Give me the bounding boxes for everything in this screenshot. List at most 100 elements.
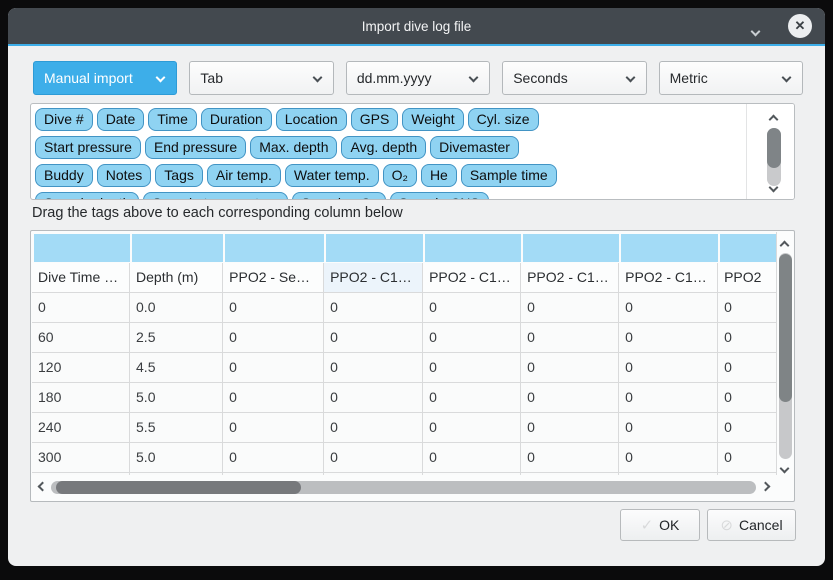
table-header-cell: Depth (m) — [130, 263, 223, 292]
date-format-combobox[interactable]: dd.mm.yyyy — [346, 61, 490, 95]
table-cell: 0 — [718, 323, 777, 352]
table-cell: 4.5 — [130, 353, 223, 382]
draggable-tag[interactable]: Date — [97, 108, 145, 131]
table-cell: 0 — [521, 443, 619, 472]
table-cell: 0 — [521, 323, 619, 352]
table-cell: 0 — [619, 293, 718, 322]
table-header-cell: Dive Time … — [32, 263, 130, 292]
scroll-right-icon[interactable] — [761, 482, 771, 492]
check-icon: ✓ — [641, 516, 654, 534]
draggable-tag[interactable]: O₂ — [383, 164, 417, 187]
units-combobox[interactable]: Metric — [659, 61, 803, 95]
ok-button[interactable]: ✓ OK — [620, 509, 700, 541]
table-cell: 0 — [423, 383, 521, 412]
draggable-tag[interactable]: Avg. depth — [341, 136, 426, 159]
draggable-tag[interactable]: Duration — [201, 108, 272, 131]
tag-scrollbar-track[interactable] — [767, 128, 781, 186]
chevron-down-icon — [469, 73, 479, 83]
table-header-cell: PPO2 - C1… — [423, 263, 521, 292]
drag-instruction-label: Drag the tags above to each correspondin… — [32, 205, 403, 221]
csv-preview-table: Dive Time …Depth (m)PPO2 - Se…PPO2 - C1…… — [30, 230, 795, 502]
draggable-tag[interactable]: Divemaster — [430, 136, 519, 159]
table-row: 602.5000000 — [32, 323, 777, 353]
tag-row: Sample depth Sample temperature Sample pO₂… — [35, 192, 742, 199]
table-cell: 0 — [324, 413, 423, 442]
chevron-down-icon — [625, 73, 635, 83]
field-separator-combobox[interactable]: Tab — [189, 61, 333, 95]
field-separator-value: Tab — [200, 70, 223, 86]
column-drop-target[interactable] — [425, 234, 521, 262]
draggable-tag[interactable]: Buddy — [35, 164, 93, 187]
column-drop-target[interactable] — [326, 234, 423, 262]
duration-format-value: Seconds — [513, 70, 567, 86]
table-cell: 0 — [718, 353, 777, 382]
table-cell: 0 — [718, 413, 777, 442]
shade-button[interactable] — [752, 22, 759, 40]
table-cell: 0 — [324, 353, 423, 382]
table-cell: 0 — [521, 293, 619, 322]
draggable-tag[interactable]: Notes — [97, 164, 152, 187]
table-cell: 0 — [718, 443, 777, 472]
ok-button-label: OK — [659, 517, 679, 533]
draggable-tag[interactable]: Sample temperature — [143, 192, 288, 199]
h-scrollbar-thumb[interactable] — [56, 481, 301, 494]
table-cell: 0 — [619, 353, 718, 382]
table-cell: 0 — [718, 293, 777, 322]
close-button[interactable]: ✕ — [788, 14, 812, 38]
table-cell — [223, 473, 324, 475]
draggable-tag[interactable]: Sample depth — [35, 192, 139, 199]
table-cell: 0 — [521, 413, 619, 442]
table-cell: 240 — [32, 413, 130, 442]
tag-list: Dive #DateTimeDurationLocationGPSWeightC… — [31, 104, 746, 199]
column-drop-target[interactable] — [132, 234, 223, 262]
scroll-left-icon[interactable] — [38, 482, 48, 492]
column-drop-target[interactable] — [720, 234, 777, 262]
table-header-cell: PPO2 — [718, 263, 777, 292]
draggable-tag[interactable]: Location — [276, 108, 347, 131]
table-cell: 0 — [619, 323, 718, 352]
column-drop-target[interactable] — [523, 234, 619, 262]
v-scrollbar-track[interactable] — [779, 253, 792, 459]
draggable-tag[interactable]: He — [421, 164, 457, 187]
table-cell — [423, 473, 521, 475]
scroll-up-icon[interactable] — [769, 115, 779, 125]
draggable-tag[interactable]: Water temp. — [285, 164, 379, 187]
draggable-tag[interactable]: Cyl. size — [468, 108, 539, 131]
tag-scrollbar-thumb[interactable] — [767, 128, 781, 168]
draggable-tag[interactable]: Time — [148, 108, 197, 131]
table-row: 3005.0000000 — [32, 443, 777, 473]
table-vertical-scrollbar[interactable] — [776, 232, 793, 475]
h-scrollbar-track[interactable] — [51, 481, 756, 494]
column-drop-target[interactable] — [34, 234, 130, 262]
v-scrollbar-thumb[interactable] — [779, 254, 792, 402]
table-horizontal-scrollbar[interactable] — [32, 477, 777, 497]
scroll-down-icon[interactable] — [780, 464, 790, 474]
column-drop-target[interactable] — [621, 234, 718, 262]
draggable-tag[interactable]: Start pressure — [35, 136, 141, 159]
table-cell: 5.5 — [130, 413, 223, 442]
draggable-tag[interactable]: End pressure — [145, 136, 246, 159]
tag-scrollbar[interactable] — [746, 104, 794, 199]
draggable-tag[interactable]: GPS — [351, 108, 399, 131]
draggable-tag[interactable]: Tags — [155, 164, 203, 187]
table-row: 1204.5000000 — [32, 353, 777, 383]
draggable-tag[interactable]: Air temp. — [207, 164, 281, 187]
import-options-row: Manual import Tab dd.mm.yyyy Seconds Metric — [33, 61, 803, 95]
draggable-tag[interactable]: Weight — [402, 108, 463, 131]
scroll-up-icon[interactable] — [780, 241, 790, 251]
draggable-tag[interactable]: Max. depth — [250, 136, 337, 159]
draggable-tag[interactable]: Sample CNS — [390, 192, 489, 199]
table-cell: 0 — [223, 413, 324, 442]
draggable-tag[interactable]: Dive # — [35, 108, 93, 131]
column-drop-target[interactable] — [225, 234, 324, 262]
table-row — [32, 473, 777, 475]
duration-format-combobox[interactable]: Seconds — [502, 61, 646, 95]
draggable-tag[interactable]: Sample pO₂ — [292, 192, 385, 199]
cancel-button[interactable]: ⊘ Cancel — [707, 509, 796, 541]
draggable-tag[interactable]: Sample time — [461, 164, 557, 187]
import-mode-combobox[interactable]: Manual import — [33, 61, 177, 95]
tag-row: BuddyNotesTagsAir temp.Water temp.O₂HeSa… — [35, 164, 742, 187]
table-cell: 0 — [324, 323, 423, 352]
table-header-cell: PPO2 - C1… — [324, 263, 423, 292]
table-cell: 180 — [32, 383, 130, 412]
